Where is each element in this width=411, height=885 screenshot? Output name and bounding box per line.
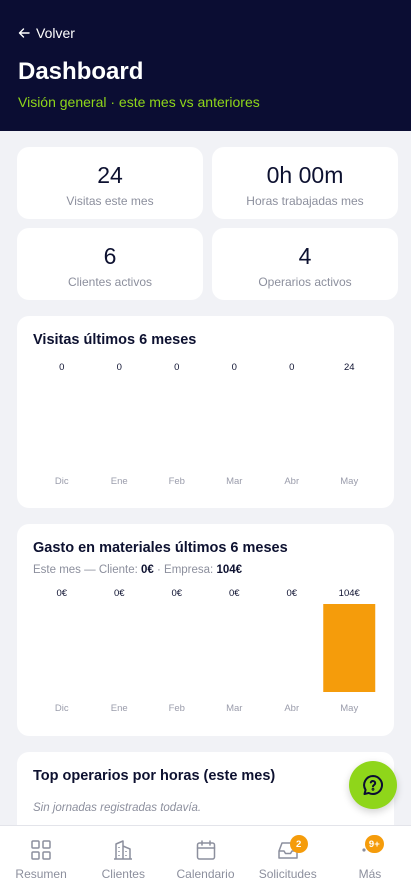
back-button[interactable]: Volver bbox=[18, 25, 75, 41]
materials-summary: Este mes — Cliente: 0€ · Empresa: 104€ bbox=[33, 564, 378, 576]
bar-value-label: 24 bbox=[344, 362, 355, 373]
bar-value-label: 0 bbox=[289, 362, 294, 373]
bar-value-label: 0 bbox=[59, 362, 64, 373]
x-tick-label: Feb bbox=[169, 703, 185, 714]
stat-value: 0h 00m bbox=[266, 162, 344, 188]
tab-resumen[interactable]: Resumen bbox=[0, 826, 82, 885]
grid-icon bbox=[31, 840, 51, 860]
stat-label: Horas trabajadas mes bbox=[246, 194, 364, 208]
bar-value-label: 0€ bbox=[114, 588, 125, 599]
stat-card-hours: 0h 00m Horas trabajadas mes bbox=[212, 147, 398, 219]
dashboard-content: 24 Visitas este mes 0h 00m Horas trabaja… bbox=[0, 131, 411, 872]
materials-chart-card: Gasto en materiales últimos 6 meses Este… bbox=[17, 524, 394, 736]
notification-badge: 2 bbox=[289, 835, 308, 853]
summary-prefix: Este mes — Cliente: bbox=[33, 564, 142, 576]
card-title: Top operarios por horas (este mes) bbox=[33, 768, 276, 784]
bar-value-label: 0€ bbox=[171, 588, 182, 599]
tab-label: Más bbox=[358, 867, 382, 881]
header: Volver Dashboard Visión general · este m… bbox=[0, 0, 411, 131]
arrow-left-icon bbox=[18, 28, 30, 38]
bar-value-label: 0 bbox=[232, 362, 237, 373]
page-subtitle: Visión general · este mes vs anteriores bbox=[18, 94, 260, 110]
company-value: 104€ bbox=[216, 564, 243, 576]
stat-value: 6 bbox=[103, 243, 117, 269]
tab-label: Clientes bbox=[101, 867, 145, 881]
client-value: 0€ bbox=[141, 564, 154, 576]
empty-state-text: Sin jornadas registradas todavía. bbox=[33, 802, 202, 814]
stat-value: 24 bbox=[97, 162, 123, 188]
x-tick-label: Dic bbox=[55, 476, 69, 487]
x-tick-label: May bbox=[340, 476, 358, 487]
x-tick-label: Abr bbox=[284, 703, 299, 714]
tab-label: Solicitudes bbox=[258, 867, 317, 881]
building-icon bbox=[114, 840, 133, 860]
help-chat-button[interactable] bbox=[349, 761, 397, 809]
tab-mas[interactable]: Más 9+ bbox=[329, 826, 411, 885]
notification-badge: 9+ bbox=[364, 835, 384, 853]
summary-middle: · Empresa: bbox=[153, 564, 217, 576]
stat-card-clients: 6 Clientes activos bbox=[17, 228, 203, 300]
tab-solicitudes[interactable]: Solicitudes 2 bbox=[247, 826, 329, 885]
tab-label: Calendario bbox=[176, 867, 235, 881]
card-title: Visitas últimos 6 meses bbox=[33, 332, 197, 348]
bar bbox=[323, 604, 376, 692]
x-tick-label: Mar bbox=[226, 476, 242, 487]
x-tick-label: Abr bbox=[284, 476, 299, 487]
bar-value-label: 0 bbox=[174, 362, 179, 373]
bar-value-label: 0 bbox=[117, 362, 122, 373]
calendar-icon bbox=[196, 840, 215, 860]
page-title: Dashboard bbox=[18, 58, 144, 85]
stats-grid: 24 Visitas este mes 0h 00m Horas trabaja… bbox=[17, 147, 398, 300]
x-tick-label: Feb bbox=[169, 476, 185, 487]
stat-card-operators: 4 Operarios activos bbox=[212, 228, 398, 300]
bar-value-label: 104€ bbox=[339, 588, 361, 599]
bottom-tab-bar: Resumen Clientes Calendario Solicitudes … bbox=[0, 825, 411, 885]
visits-chart: 0 Dic 0 Ene 0 Feb 0 Mar 0 Abr 24 May bbox=[33, 360, 378, 487]
stat-card-visits: 24 Visitas este mes bbox=[17, 147, 203, 219]
tab-calendario[interactable]: Calendario bbox=[164, 826, 246, 885]
bar-value-label: 0€ bbox=[56, 588, 67, 599]
materials-chart-svg: 0€ Dic 0€ Ene 0€ Feb 0€ Mar 0€ Abr 104€ May bbox=[55, 588, 376, 714]
x-tick-label: Dic bbox=[55, 703, 69, 714]
tab-clientes[interactable]: Clientes bbox=[82, 826, 164, 885]
stat-label: Operarios activos bbox=[258, 275, 352, 289]
bar-value-label: 0€ bbox=[286, 588, 297, 599]
x-tick-label: Ene bbox=[111, 476, 128, 487]
tab-label: Resumen bbox=[15, 867, 67, 881]
visits-chart-card: Visitas últimos 6 meses 0 Dic 0 Ene 0 Feb 0 Mar… bbox=[17, 316, 394, 508]
stat-value: 4 bbox=[298, 243, 312, 269]
help-chat-icon bbox=[363, 775, 383, 795]
back-label: Volver bbox=[36, 25, 75, 41]
materials-chart: 0€ Dic 0€ Ene 0€ Feb 0€ Mar 0€ Abr 104€ May bbox=[33, 586, 378, 714]
x-tick-label: Ene bbox=[111, 703, 128, 714]
stat-label: Clientes activos bbox=[67, 275, 153, 289]
bar-value-label: 0€ bbox=[229, 588, 240, 599]
x-tick-label: May bbox=[340, 703, 358, 714]
x-tick-label: Mar bbox=[226, 703, 242, 714]
stat-label: Visitas este mes bbox=[66, 194, 154, 208]
visits-chart-svg: 0 Dic 0 Ene 0 Feb 0 Mar 0 Abr 24 May bbox=[55, 362, 359, 487]
card-title: Gasto en materiales últimos 6 meses bbox=[33, 540, 288, 556]
